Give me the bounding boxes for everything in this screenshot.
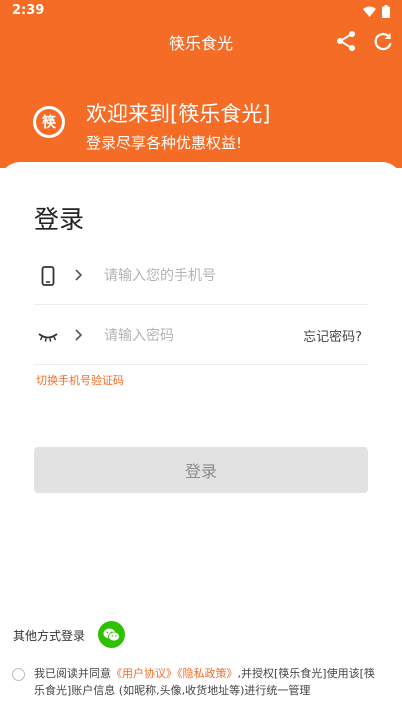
other-login-label: 其他方式登录 [13, 629, 86, 643]
status-icons [363, 5, 390, 18]
wechat-icon [103, 628, 120, 641]
phone-input[interactable] [102, 256, 296, 296]
password-input[interactable] [102, 316, 296, 356]
privacy-policy-link[interactable]: 《隐私政策》 [177, 667, 238, 680]
login-button[interactable]: 登录 [34, 447, 368, 493]
switch-to-sms-link[interactable]: 切换手机号验证码 [36, 372, 124, 388]
status-time: 2:39 [12, 3, 45, 18]
eye-closed-icon[interactable] [37, 326, 59, 346]
header-banner: 2:39 筷乐食光 筷 欢迎来到[筷乐食光] 登录尽享各种优惠权益! [0, 0, 402, 168]
forgot-password-link[interactable]: 忘记密码? [303, 326, 362, 345]
welcome-subtitle: 登录尽享各种优惠权益! [86, 134, 243, 152]
welcome-title: 欢迎来到[筷乐食光] [86, 102, 271, 126]
phone-field [34, 248, 368, 305]
user-agreement-link[interactable]: 《用户协议》 [111, 667, 177, 680]
refresh-icon[interactable] [371, 29, 395, 53]
wechat-login-button[interactable] [98, 621, 125, 648]
agreement-text: 我已阅读并同意《用户协议》《隐私政策》,并授权[筷乐食光]使用该[筷乐食光]账户… [34, 665, 384, 699]
brand-logo: 筷 [33, 106, 65, 138]
chevron-right-icon [75, 329, 83, 341]
wifi-icon [363, 6, 376, 17]
chevron-right-icon [75, 269, 83, 281]
brand-logo-mark: 筷 [36, 109, 62, 135]
agreement-checkbox[interactable] [12, 668, 25, 681]
share-icon[interactable] [334, 29, 358, 53]
login-title: 登录 [34, 205, 85, 234]
agreement-prefix: 我已阅读并同意 [34, 667, 111, 680]
password-field: 忘记密码? [34, 308, 368, 365]
battery-icon [382, 5, 390, 18]
status-bar: 2:39 [0, 0, 402, 24]
phone-icon [41, 266, 55, 286]
